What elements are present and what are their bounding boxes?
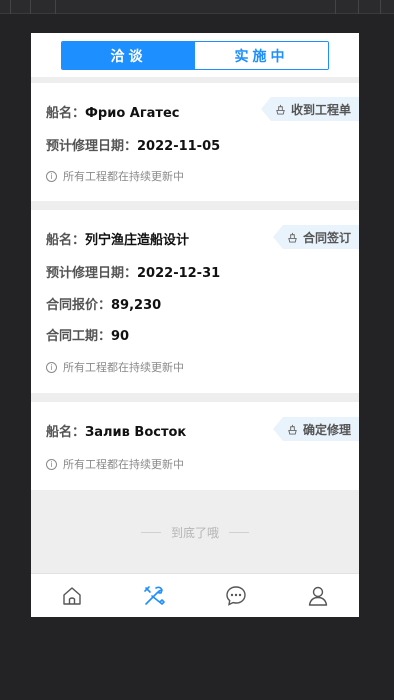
update-note-text: 所有工程都在持续更新中 [63, 458, 184, 471]
status-badge-label: 合同签订 [302, 230, 351, 245]
topbar-divider [335, 0, 336, 14]
nav-tools[interactable] [113, 574, 195, 617]
ship-name-row: 船名：列宁渔庄造船设计 [46, 229, 189, 248]
divider-line [140, 531, 161, 533]
end-of-list: 到底了哦 [31, 490, 359, 574]
ship-name-label: 船名： [46, 233, 86, 248]
segmented-tabs: 洽谈 实施中 [61, 41, 329, 70]
repair-date-value: 2022-11-05 [137, 139, 221, 154]
contract-period-value: 90 [111, 329, 130, 344]
contract-price-value: 89,230 [111, 298, 162, 313]
status-badge: 收到工程单 [260, 97, 359, 121]
info-icon: i [46, 458, 57, 470]
window-topbar [0, 0, 394, 14]
home-icon [63, 586, 81, 605]
update-note: i 所有工程都在持续更新中 [46, 168, 184, 184]
update-note: i 所有工程都在持续更新中 [46, 359, 184, 375]
repair-date-row: 预计修理日期：2022-11-05 [46, 135, 220, 154]
repair-date-row: 预计修理日期：2022-12-31 [46, 262, 220, 281]
ship-name-label: 船名： [46, 106, 86, 121]
ship-name-value: Залив Восток [85, 425, 187, 440]
contract-period-label: 合同工期： [46, 329, 112, 344]
divider-line [229, 531, 249, 533]
project-card[interactable]: 船名：Залив Восток 确定修理 i 所有工程都在持续更新中 [31, 402, 359, 490]
nav-home[interactable] [31, 574, 113, 617]
user-icon [308, 586, 328, 606]
phone-screen: 洽谈 实施中 船名：Фрио Агатес 收到工程单 预计修理日期：2022-… [31, 33, 359, 617]
project-card[interactable]: 船名：列宁渔庄造船设计 合同签订 预计修理日期：2022-12-31 合同报价：… [31, 210, 359, 393]
repair-date-label: 预计修理日期： [46, 139, 138, 154]
message-icon [226, 585, 246, 606]
status-badge: 合同签订 [272, 225, 359, 249]
ship-name-row: 船名：Залив Восток [46, 421, 186, 440]
end-of-list-text: 到底了哦 [170, 525, 219, 540]
ship-name-value: Фрио Агатес [85, 106, 180, 121]
project-card[interactable]: 船名：Фрио Агатес 收到工程单 预计修理日期：2022-11-05 i… [31, 83, 359, 201]
info-icon: i [46, 361, 57, 373]
info-icon: i [46, 170, 57, 182]
tools-icon [144, 585, 165, 605]
topbar-divider [358, 0, 359, 14]
repair-date-value: 2022-12-31 [137, 266, 221, 281]
status-badge: 确定修理 [272, 417, 359, 441]
ship-icon [288, 424, 297, 435]
topbar-divider [55, 0, 56, 14]
contract-period-row: 合同工期：90 [46, 325, 129, 344]
contract-price-row: 合同报价：89,230 [46, 294, 161, 313]
update-note: i 所有工程都在持续更新中 [46, 456, 184, 472]
repair-date-label: 预计修理日期： [46, 266, 138, 281]
update-note-text: 所有工程都在持续更新中 [63, 361, 184, 374]
nav-profile[interactable] [277, 574, 359, 617]
topbar-divider [10, 0, 11, 14]
topbar-divider [380, 0, 381, 14]
update-note-text: 所有工程都在持续更新中 [63, 170, 184, 183]
status-badge-label: 收到工程单 [290, 102, 351, 117]
tab-in-progress[interactable]: 实施中 [195, 42, 328, 69]
contract-price-label: 合同报价： [46, 298, 112, 313]
ship-icon [276, 104, 285, 115]
topbar-divider [30, 0, 31, 14]
ship-name-value: 列宁渔庄造船设计 [85, 233, 190, 248]
tab-bar: 洽谈 实施中 [31, 33, 359, 77]
nav-messages[interactable] [195, 574, 277, 617]
bottom-nav [31, 573, 359, 617]
ship-name-row: 船名：Фрио Агатес [46, 102, 179, 121]
ship-icon [288, 232, 297, 243]
ship-name-label: 船名： [46, 425, 86, 440]
tab-negotiating[interactable]: 洽谈 [62, 42, 195, 69]
status-badge-label: 确定修理 [302, 422, 351, 437]
